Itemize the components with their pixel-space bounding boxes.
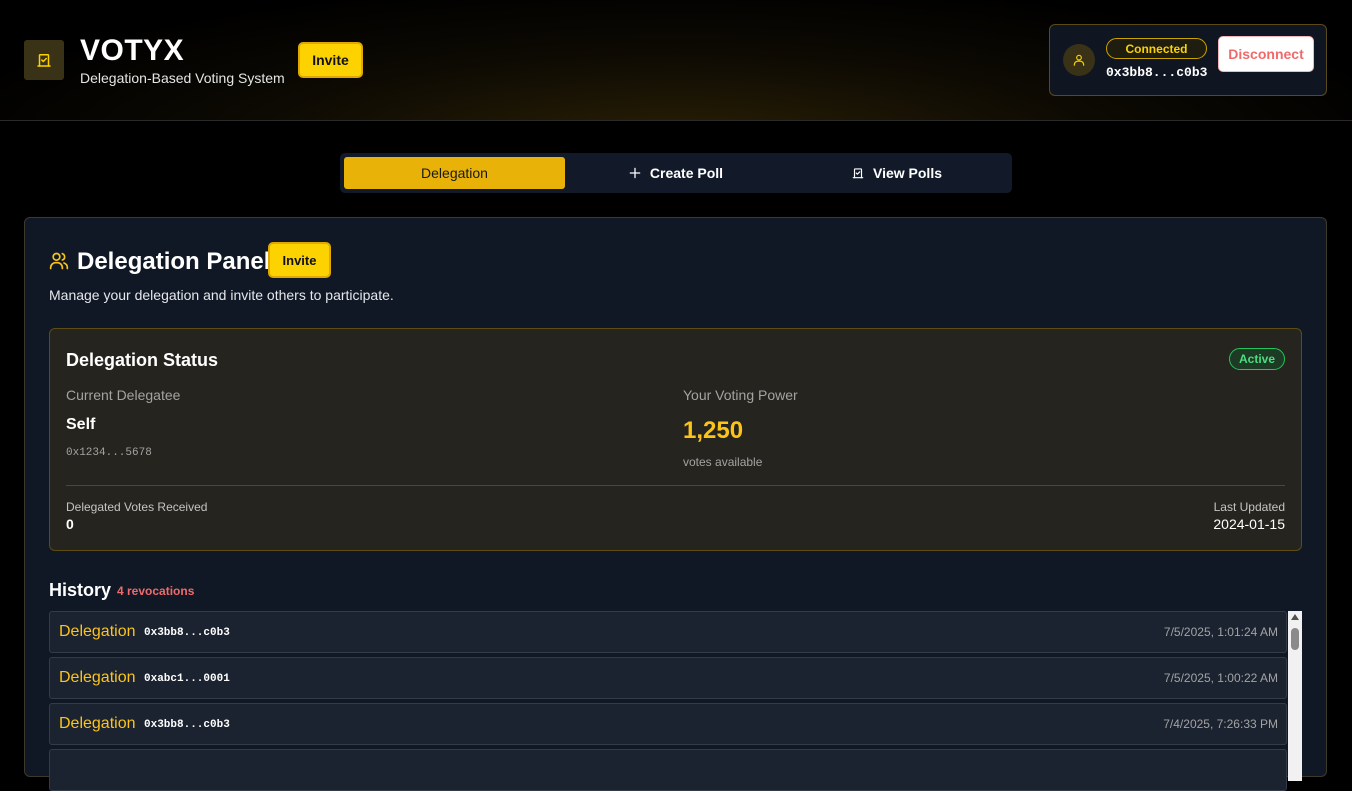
wallet-address: 0x3bb8...c0b3	[1106, 65, 1208, 80]
tab-label: Delegation	[421, 165, 488, 181]
panel-invite-button[interactable]: Invite	[268, 242, 331, 278]
row-type: Delegation	[59, 669, 136, 686]
row-address: 0xabc1...0001	[144, 673, 230, 685]
history-row[interactable]: Delegation 0x3bb8...c0b3 7/4/2025, 7:26:…	[49, 703, 1287, 745]
last-updated-value: 2024-01-15	[1213, 516, 1285, 532]
delegation-status-card: Delegation Status Active Current Delegat…	[49, 328, 1302, 551]
delegation-panel: Delegation Panel Invite Manage your dele…	[24, 217, 1327, 791]
row-type: Delegation	[59, 715, 136, 732]
tab-view-polls[interactable]: View Polls	[786, 157, 1007, 189]
app-title: VOTYX	[80, 34, 185, 67]
last-updated-label: Last Updated	[1213, 500, 1285, 514]
panel-description: Manage your delegation and invite others…	[49, 287, 394, 303]
disconnect-button[interactable]: Disconnect	[1218, 36, 1314, 72]
current-delegatee-address: 0x1234...5678	[66, 447, 152, 459]
current-delegatee-label: Current Delegatee	[66, 387, 181, 403]
history-row[interactable]	[49, 749, 1287, 791]
plus-icon	[629, 167, 641, 179]
voting-power-sub: votes available	[683, 455, 763, 469]
header-invite-button[interactable]: Invite	[298, 42, 363, 78]
history-count: 4 revocations	[117, 584, 195, 598]
main-tabs: Delegation Create Poll View Polls	[340, 153, 1012, 193]
history-scrollbar[interactable]	[1288, 611, 1302, 781]
history-title: History	[49, 580, 112, 600]
row-address: 0x3bb8...c0b3	[144, 719, 230, 731]
tab-create-poll[interactable]: Create Poll	[565, 157, 786, 189]
logo	[24, 40, 64, 80]
scroll-thumb[interactable]	[1291, 628, 1299, 650]
ballot-box-icon	[852, 168, 864, 179]
history-list: Delegation 0x3bb8...c0b3 7/5/2025, 1:01:…	[49, 611, 1302, 791]
scroll-up-arrow-icon[interactable]	[1291, 614, 1299, 620]
row-type: Delegation	[59, 623, 136, 640]
user-icon	[1073, 54, 1085, 66]
tab-delegation[interactable]: Delegation	[344, 157, 565, 189]
voting-power-label: Your Voting Power	[683, 387, 798, 403]
avatar	[1063, 44, 1095, 76]
voting-power-value: 1,250	[683, 417, 744, 444]
connection-status-badge: Connected	[1106, 38, 1207, 59]
app-header: VOTYX Delegation-Based Voting System Inv…	[0, 0, 1352, 121]
row-address: 0x3bb8...c0b3	[144, 627, 230, 639]
users-icon	[49, 252, 69, 270]
row-timestamp: 7/5/2025, 1:00:22 AM	[1163, 671, 1278, 685]
received-votes-label: Delegated Votes Received	[66, 500, 208, 514]
current-delegatee-name: Self	[66, 416, 96, 433]
status-card-title: Delegation Status	[66, 350, 219, 370]
tab-label: Create Poll	[649, 165, 724, 181]
status-divider	[66, 485, 1285, 486]
history-row[interactable]: Delegation 0xabc1...0001 7/5/2025, 1:00:…	[49, 657, 1287, 699]
received-votes-value: 0	[66, 516, 74, 532]
wallet-panel: Connected 0x3bb8...c0b3 Disconnect	[1049, 24, 1327, 96]
ballot-box-icon	[37, 54, 51, 67]
panel-title: Delegation Panel	[77, 248, 271, 275]
history-row[interactable]: Delegation 0x3bb8...c0b3 7/5/2025, 1:01:…	[49, 611, 1287, 653]
row-timestamp: 7/5/2025, 1:01:24 AM	[1163, 625, 1278, 639]
status-badge: Active	[1229, 348, 1285, 370]
app-subtitle: Delegation-Based Voting System	[80, 70, 285, 86]
row-timestamp: 7/4/2025, 7:26:33 PM	[1163, 717, 1278, 731]
tab-label: View Polls	[873, 165, 942, 181]
